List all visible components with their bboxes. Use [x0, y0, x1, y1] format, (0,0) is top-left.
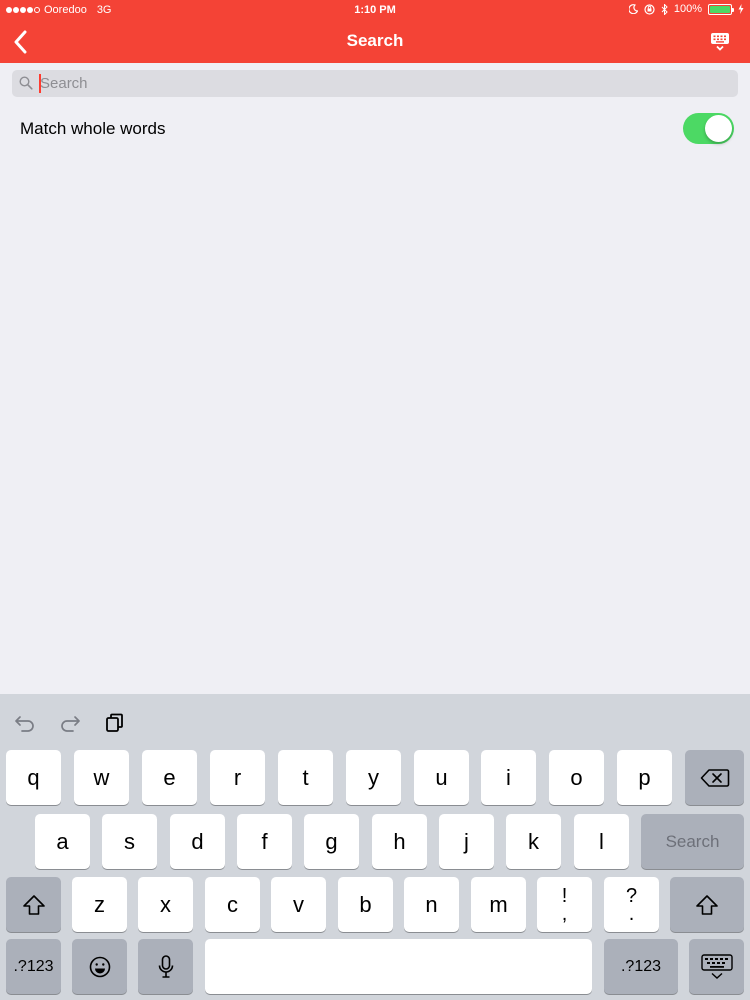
key-y[interactable]: y: [346, 750, 401, 805]
bluetooth-icon: [661, 3, 668, 15]
microphone-icon: [158, 954, 173, 978]
page-title: Search: [346, 31, 404, 50]
onscreen-keyboard: q w e r t y u i o p a s d f g h j k l Se…: [0, 694, 750, 1000]
search-input[interactable]: [37, 70, 727, 97]
key-question-label: ?: [625, 884, 638, 907]
key-i[interactable]: i: [481, 750, 536, 805]
search-key[interactable]: Search: [641, 814, 744, 869]
key-j[interactable]: j: [439, 814, 494, 869]
key-x[interactable]: x: [138, 877, 193, 932]
backspace-icon: [700, 768, 729, 787]
undo-icon: [15, 716, 34, 732]
search-icon: [19, 76, 33, 90]
key-s[interactable]: s: [102, 814, 157, 869]
text-cursor: [39, 74, 41, 93]
key-n[interactable]: n: [404, 877, 459, 932]
key-b[interactable]: b: [338, 877, 393, 932]
key-h[interactable]: h: [372, 814, 427, 869]
key-p[interactable]: p: [617, 750, 672, 805]
battery-percent: 100%: [673, 3, 702, 15]
shift-key-right[interactable]: [670, 877, 744, 932]
redo-icon: [61, 716, 80, 732]
key-a[interactable]: a: [35, 814, 90, 869]
shift-icon: [696, 894, 718, 915]
key-comma-label: ,: [561, 902, 568, 925]
key-z[interactable]: z: [72, 877, 127, 932]
keyboard-shortcut-bar: [0, 694, 750, 746]
keyboard-dismiss-icon: [700, 953, 733, 979]
match-whole-words-row: Match whole words: [0, 106, 750, 150]
shift-icon: [22, 894, 45, 915]
numbers-key-left[interactable]: .?123: [6, 939, 61, 994]
key-l[interactable]: l: [574, 814, 629, 869]
key-q[interactable]: q: [6, 750, 61, 805]
key-t[interactable]: t: [278, 750, 333, 805]
moon-icon: [628, 4, 638, 14]
keyboard-icon: [711, 33, 729, 51]
rotation-lock-icon: [644, 3, 655, 15]
dismiss-keyboard-key[interactable]: [689, 939, 744, 994]
emoji-key[interactable]: [72, 939, 127, 994]
key-e[interactable]: e: [142, 750, 197, 805]
status-bar: Ooredoo 3G 1:10 PM 100%: [0, 0, 750, 20]
paste-button[interactable]: [103, 712, 127, 734]
navigation-bar: Ooredoo 3G 1:10 PM 100% Search: [0, 0, 750, 63]
emoji-icon: [89, 956, 110, 977]
charging-bolt-icon: [738, 4, 744, 14]
key-r[interactable]: r: [210, 750, 265, 805]
keyboard-toggle-button[interactable]: [708, 29, 732, 53]
match-whole-words-toggle[interactable]: [683, 113, 734, 144]
undo-button[interactable]: [13, 712, 37, 734]
backspace-key[interactable]: [685, 750, 744, 805]
shift-key-left[interactable]: [6, 877, 61, 932]
space-bar[interactable]: [205, 939, 592, 994]
dictation-key[interactable]: [138, 939, 193, 994]
search-bar[interactable]: [12, 70, 738, 97]
paste-icon: [106, 713, 123, 732]
key-question-period[interactable]: ? .: [604, 877, 659, 932]
key-v[interactable]: v: [271, 877, 326, 932]
key-w[interactable]: w: [74, 750, 129, 805]
key-exclamation-label: !: [561, 884, 568, 907]
key-exclamation-comma[interactable]: ! ,: [537, 877, 592, 932]
match-whole-words-label: Match whole words: [20, 119, 166, 138]
battery-icon: [708, 3, 734, 15]
key-d[interactable]: d: [170, 814, 225, 869]
key-o[interactable]: o: [549, 750, 604, 805]
key-m[interactable]: m: [471, 877, 526, 932]
key-c[interactable]: c: [205, 877, 260, 932]
key-k[interactable]: k: [506, 814, 561, 869]
numbers-key-right[interactable]: .?123: [604, 939, 678, 994]
redo-button[interactable]: [58, 712, 82, 734]
key-period-label: .: [628, 902, 635, 925]
toggle-knob: [705, 115, 732, 142]
key-g[interactable]: g: [304, 814, 359, 869]
key-u[interactable]: u: [414, 750, 469, 805]
key-f[interactable]: f: [237, 814, 292, 869]
